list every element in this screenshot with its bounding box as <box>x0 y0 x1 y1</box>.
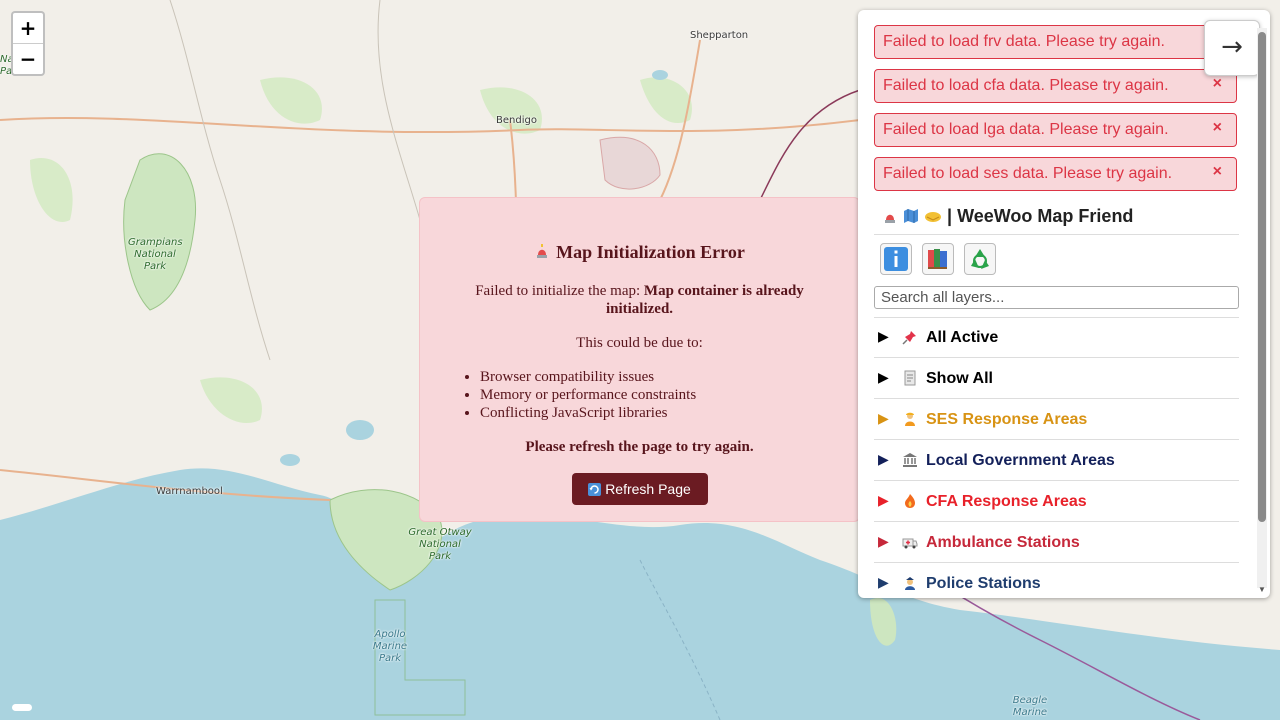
expand-triangle-icon: ▶ <box>878 451 889 467</box>
fire-icon <box>905 494 915 508</box>
error-toast-frv: Failed to load frv data. Please try agai… <box>874 25 1237 59</box>
docs-button[interactable] <box>922 243 954 275</box>
search-input[interactable]: Search all layers... <box>874 286 1239 309</box>
error-toast-ses: Failed to load ses data. Please try agai… <box>874 157 1237 191</box>
info-button[interactable] <box>880 243 912 275</box>
error-cause-item: Conflicting JavaScript libraries <box>480 404 859 422</box>
error-cause-list: Browser compatibility issues Memory or p… <box>480 368 859 422</box>
category-cfa[interactable]: ▶ CFA Response Areas <box>874 482 1239 522</box>
category-label: Ambulance Stations <box>926 534 1080 551</box>
scroll-down-arrow[interactable]: ▼ <box>1257 585 1267 595</box>
place-shepparton: Shepparton <box>690 30 749 41</box>
siren-icon <box>882 208 898 224</box>
map-icon <box>903 208 919 224</box>
place-grampians: Grampians National Park <box>128 237 183 272</box>
refresh-icon <box>588 483 602 496</box>
category-label: All Active <box>926 329 999 346</box>
layers-sidebar: Failed to load frv data. Please try agai… <box>858 10 1270 598</box>
divider <box>874 234 1239 235</box>
refresh-page-label: Refresh Page <box>605 481 691 497</box>
zoom-control: + − <box>11 11 45 76</box>
category-label: CFA Response Areas <box>926 493 1087 510</box>
category-lga[interactable]: ▶ Local Government Areas <box>874 441 1239 481</box>
app-title: | WeeWoo Map Friend <box>882 206 1133 227</box>
place-warrnambool: Warrnambool <box>156 486 223 497</box>
zoom-in-button[interactable]: + <box>13 13 43 43</box>
expand-triangle-icon: ▶ <box>878 492 889 508</box>
category-label: SES Response Areas <box>926 411 1088 428</box>
toast-text: Failed to load lga data. Please try agai… <box>883 121 1169 138</box>
toast-text: Failed to load cfa data. Please try agai… <box>883 77 1169 94</box>
error-message: Failed to initialize the map: Map contai… <box>460 282 819 318</box>
worker-icon <box>905 412 915 426</box>
error-cause-heading: This could be due to: <box>576 335 703 351</box>
close-icon[interactable]: × <box>1213 112 1222 144</box>
error-toast-lga: Failed to load lga data. Please try agai… <box>874 113 1237 147</box>
refresh-page-button[interactable]: Refresh Page <box>571 473 708 505</box>
place-great-otway: Great Otway National Park <box>408 527 472 562</box>
reset-button[interactable] <box>964 243 996 275</box>
info-icon <box>884 247 908 271</box>
category-label: Show All <box>926 370 993 387</box>
place-bendigo: Bendigo <box>496 115 537 126</box>
toast-text: Failed to load frv data. Please try agai… <box>883 33 1165 50</box>
category-ambulance[interactable]: ▶ Ambulance Stations <box>874 523 1239 563</box>
handshake-icon <box>924 208 942 224</box>
toast-text: Failed to load ses data. Please try agai… <box>883 165 1173 182</box>
map-error-modal: Map Initialization Error Failed to initi… <box>419 197 860 522</box>
collapse-sidebar-button[interactable]: → <box>1204 20 1260 76</box>
close-icon[interactable]: × <box>1213 156 1222 188</box>
scrollbar-thumb[interactable] <box>1258 32 1266 522</box>
category-police[interactable]: ▶ Police Stations <box>874 564 1239 598</box>
expand-triangle-icon: ▶ <box>878 369 889 385</box>
ambulance-icon <box>902 538 918 549</box>
refresh-hint: Please refresh the page to try again. <box>525 439 754 455</box>
category-show-all[interactable]: ▶ Show All <box>874 359 1239 399</box>
siren-icon <box>534 241 550 258</box>
category-all-active[interactable]: ▶ All Active <box>874 318 1239 358</box>
list-icon <box>904 370 916 386</box>
category-label: Local Government Areas <box>926 452 1115 469</box>
app-title-text: | WeeWoo Map Friend <box>947 206 1134 226</box>
place-beagle: Beagle Marine <box>1012 695 1048 718</box>
error-toast-cfa: Failed to load cfa data. Please try agai… <box>874 69 1237 103</box>
expand-triangle-icon: ▶ <box>878 574 889 590</box>
zoom-out-button[interactable]: − <box>13 43 43 74</box>
error-cause-item: Browser compatibility issues <box>480 368 859 386</box>
expand-triangle-icon: ▶ <box>878 410 889 426</box>
error-cause-item: Memory or performance constraints <box>480 386 859 404</box>
building-icon <box>903 453 917 467</box>
recycle-icon <box>971 249 989 269</box>
sidebar-scrollbar[interactable] <box>1257 28 1267 588</box>
police-icon <box>905 577 915 590</box>
pin-icon <box>902 331 916 345</box>
expand-triangle-icon: ▶ <box>878 533 889 549</box>
category-label: Police Stations <box>926 575 1041 592</box>
category-ses[interactable]: ▶ SES Response Areas <box>874 400 1239 440</box>
attribution-toggle[interactable] <box>12 704 32 711</box>
error-message-prefix: Failed to initialize the map: <box>475 283 641 299</box>
expand-triangle-icon: ▶ <box>878 328 889 344</box>
error-title-text: Map Initialization Error <box>556 242 745 262</box>
place-apollo: Apollo Marine Park <box>372 629 408 664</box>
error-title: Map Initialization Error <box>420 240 859 264</box>
books-icon <box>928 249 947 269</box>
